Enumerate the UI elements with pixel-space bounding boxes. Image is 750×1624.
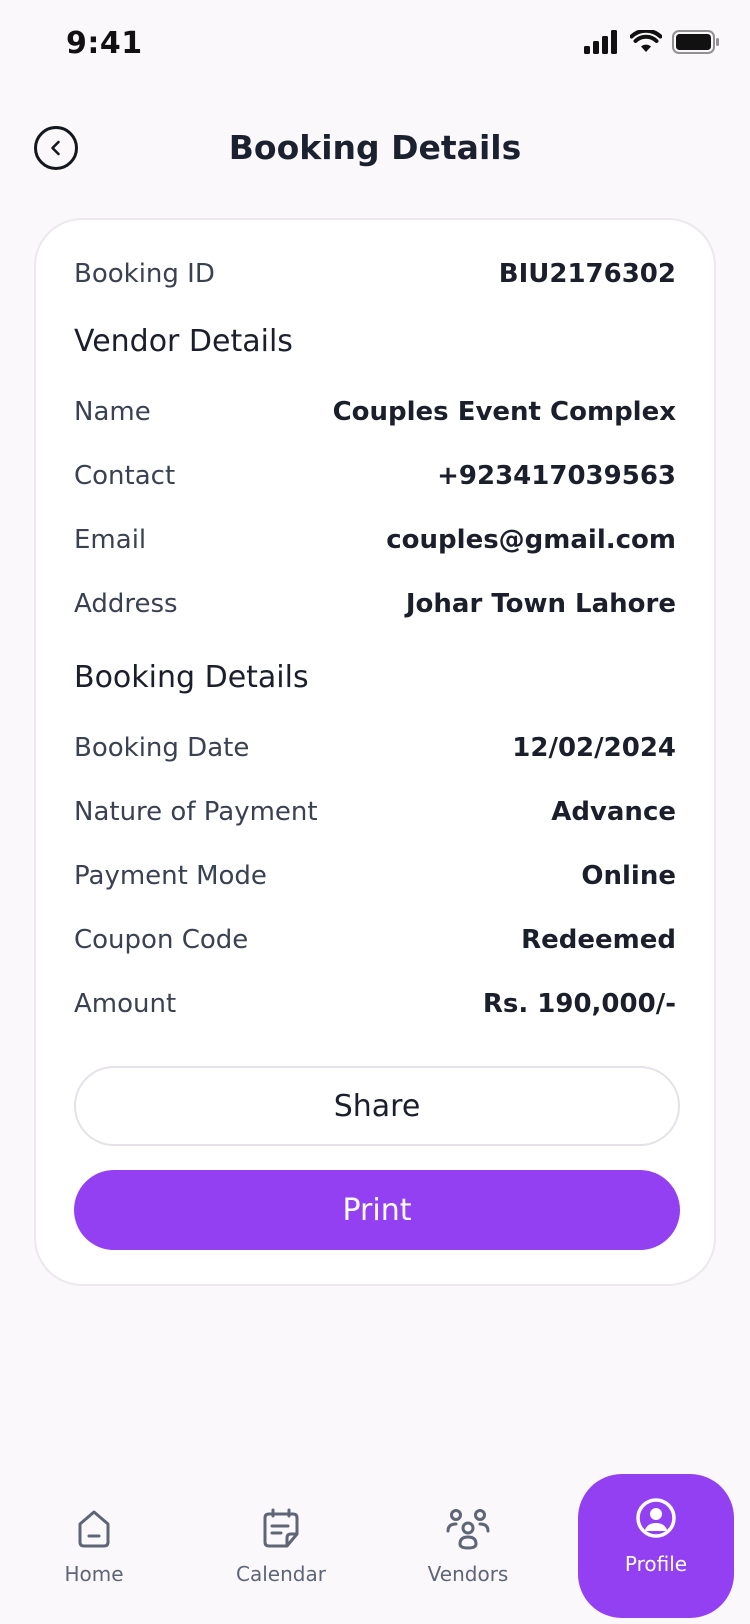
amount-row: Amount Rs. 190,000/- (74, 984, 676, 1024)
nav-label-home: Home (64, 1562, 124, 1586)
header: Booking Details (0, 110, 750, 190)
nav-item-vendors[interactable]: Vendors (388, 1484, 548, 1614)
booking-date-value: 12/02/2024 (512, 733, 676, 763)
vendor-name-label: Name (74, 397, 151, 427)
vendor-name-value: Couples Event Complex (332, 397, 676, 427)
booking-date-label: Booking Date (74, 733, 250, 763)
status-bar: 9:41 (0, 0, 750, 92)
vendor-name-row: Name Couples Event Complex (74, 392, 676, 432)
status-icons (584, 30, 720, 54)
vendor-section-title: Vendor Details (74, 324, 293, 359)
vendor-contact-label: Contact (74, 461, 176, 491)
cellular-signal-icon (584, 30, 617, 54)
booking-id-label: Booking ID (74, 259, 215, 289)
amount-value: Rs. 190,000/- (482, 989, 676, 1019)
wifi-icon (630, 30, 662, 52)
payment-mode-label: Payment Mode (74, 861, 267, 891)
booking-id-row: Booking ID BIU2176302 (74, 254, 676, 294)
booking-date-row: Booking Date 12/02/2024 (74, 728, 676, 768)
vendor-email-value: couples@gmail.com (386, 525, 676, 555)
payment-nature-value: Advance (551, 797, 676, 827)
print-button[interactable]: Print (74, 1170, 680, 1250)
vendors-icon (446, 1509, 490, 1550)
vendor-address-row: Address Johar Town Lahore (74, 584, 676, 624)
nav-label-calendar: Calendar (236, 1562, 326, 1586)
nav-item-calendar[interactable]: Calendar (201, 1484, 361, 1614)
payment-nature-row: Nature of Payment Advance (74, 792, 676, 832)
vendor-contact-value: +923417039563 (437, 461, 676, 491)
coupon-code-value: Redeemed (521, 925, 676, 955)
nav-item-home[interactable]: Home (14, 1484, 174, 1614)
booking-details-card: Booking ID BIU2176302 Vendor Details Nam… (34, 218, 716, 1286)
bottom-nav: Home Calendar Vendors Profile (0, 1444, 750, 1624)
payment-nature-label: Nature of Payment (74, 797, 318, 827)
nav-item-profile[interactable]: Profile (578, 1474, 734, 1618)
payment-mode-value: Online (581, 861, 676, 891)
status-time: 9:41 (66, 26, 143, 61)
amount-label: Amount (74, 989, 177, 1019)
vendor-email-row: Email couples@gmail.com (74, 520, 676, 560)
vendor-contact-row: Contact +923417039563 (74, 456, 676, 496)
home-icon (78, 1510, 110, 1548)
booking-id-value: BIU2176302 (498, 259, 676, 289)
coupon-code-row: Coupon Code Redeemed (74, 920, 676, 960)
coupon-code-label: Coupon Code (74, 925, 249, 955)
share-button[interactable]: Share (74, 1066, 680, 1146)
vendor-email-label: Email (74, 525, 147, 555)
battery-icon (672, 30, 719, 54)
page-title: Booking Details (228, 128, 522, 167)
payment-mode-row: Payment Mode Online (74, 856, 676, 896)
vendor-address-value: Johar Town Lahore (405, 589, 676, 619)
calendar-icon (263, 1508, 299, 1548)
profile-icon (636, 1498, 676, 1538)
booking-section-title: Booking Details (74, 660, 309, 695)
nav-label-profile: Profile (624, 1552, 688, 1576)
vendor-address-label: Address (74, 589, 178, 619)
nav-label-vendors: Vendors (427, 1562, 509, 1586)
